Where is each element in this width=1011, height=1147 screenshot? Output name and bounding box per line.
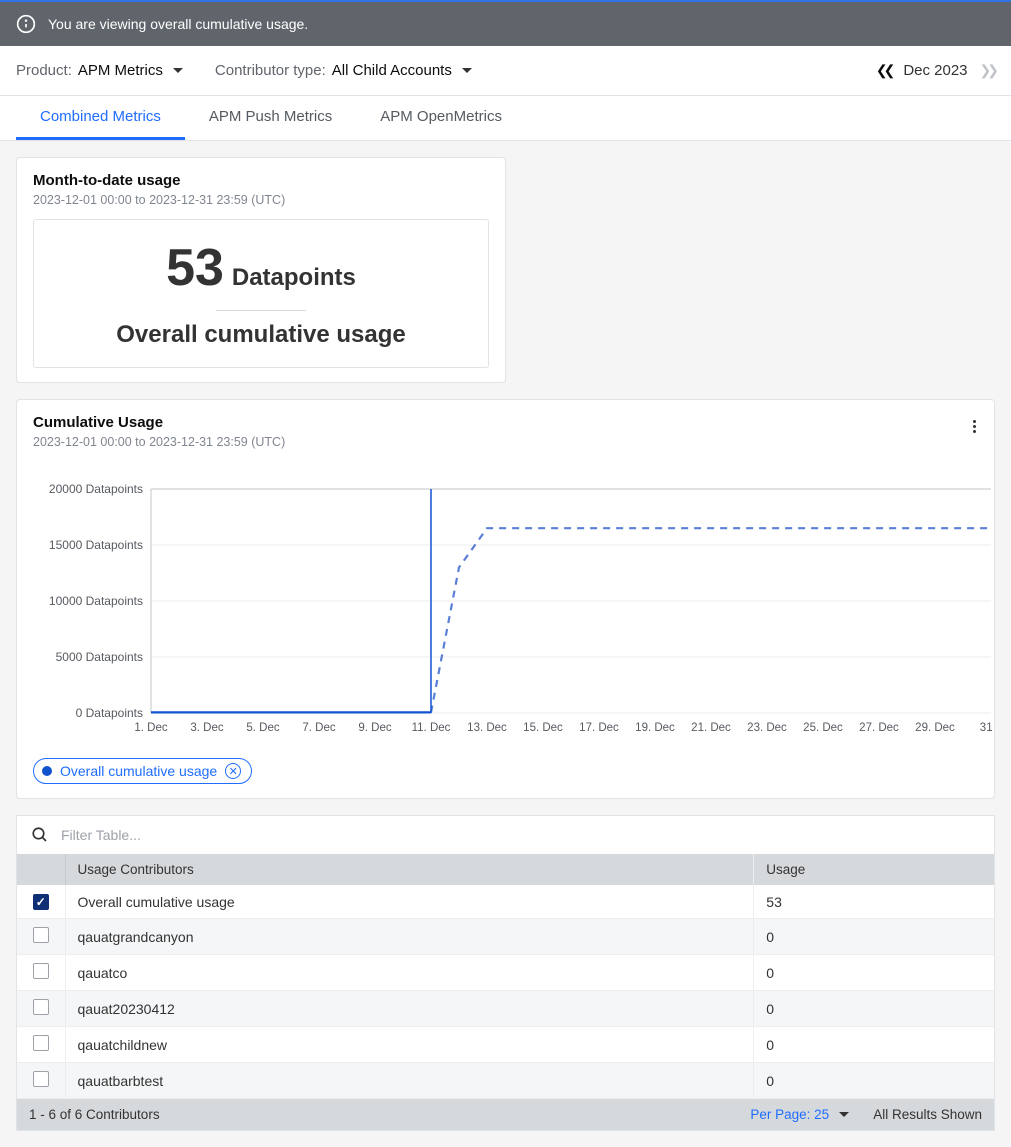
tab-apm-push-metrics[interactable]: APM Push Metrics (185, 96, 356, 140)
legend-label: Overall cumulative usage (60, 763, 217, 779)
svg-text:29. Dec: 29. Dec (915, 722, 955, 734)
search-input[interactable] (61, 827, 980, 843)
metric-box: 53 Datapoints Overall cumulative usage (33, 219, 489, 368)
caret-down-icon (839, 1112, 849, 1117)
row-checkbox[interactable] (33, 999, 49, 1015)
tab-combined-metrics[interactable]: Combined Metrics (16, 96, 185, 140)
content-area: Month-to-date usage 2023-12-01 00:00 to … (0, 141, 1011, 1147)
row-checkbox[interactable] (33, 1035, 49, 1051)
filter-bar: Product: APM Metrics Contributor type: A… (0, 46, 1011, 96)
svg-text:15. Dec: 15. Dec (523, 722, 563, 734)
row-usage: 0 (754, 1027, 994, 1063)
header-usage[interactable]: Usage (754, 854, 994, 885)
row-checkbox[interactable] (33, 963, 49, 979)
metric-unit: Datapoints (232, 264, 356, 291)
chart-range: 2023-12-01 00:00 to 2023-12-31 23:59 (UT… (33, 435, 978, 449)
chart-card: Cumulative Usage 2023-12-01 00:00 to 202… (16, 399, 995, 799)
table-row: qauatco 0 (17, 955, 994, 991)
tabs-bar: Combined Metrics APM Push Metrics APM Op… (0, 96, 1011, 141)
row-name: qauatco (65, 955, 754, 991)
svg-text:1. Dec: 1. Dec (134, 722, 167, 734)
row-usage: 0 (754, 991, 994, 1027)
summary-range: 2023-12-01 00:00 to 2023-12-31 23:59 (UT… (33, 193, 489, 207)
table-row: qauat20230412 0 (17, 991, 994, 1027)
svg-text:13. Dec: 13. Dec (467, 722, 507, 734)
svg-text:3. Dec: 3. Dec (190, 722, 223, 734)
chart-plot: 0 Datapoints 5000 Datapoints 10000 Datapoi… (33, 481, 978, 744)
row-usage: 0 (754, 919, 994, 955)
contributor-value[interactable]: All Child Accounts (332, 62, 472, 79)
svg-text:0 Datapoints: 0 Datapoints (76, 706, 143, 720)
row-usage: 0 (754, 1063, 994, 1099)
row-name: qauatchildnew (65, 1027, 754, 1063)
contributor-filter[interactable]: Contributor type: All Child Accounts (215, 62, 472, 79)
chart-title: Cumulative Usage (33, 414, 978, 431)
metric-divider (216, 310, 306, 311)
table-footer: 1 - 6 of 6 Contributors Per Page: 25 All… (17, 1099, 994, 1130)
table-row: qauatgrandcanyon 0 (17, 919, 994, 955)
product-label: Product: (16, 62, 72, 79)
header-checkbox-col (17, 854, 65, 885)
svg-text:15000 Datapoints: 15000 Datapoints (49, 538, 143, 552)
search-row (17, 816, 994, 854)
info-banner: You are viewing overall cumulative usage… (0, 2, 1011, 46)
table-header-row: Usage Contributors Usage (17, 854, 994, 885)
next-month-button[interactable]: ❯❯ (980, 62, 995, 79)
search-icon (31, 826, 49, 844)
summary-card: Month-to-date usage 2023-12-01 00:00 to … (16, 157, 506, 383)
kebab-menu-icon[interactable] (969, 414, 980, 439)
svg-text:19. Dec: 19. Dec (635, 722, 675, 734)
table-row: qauatbarbtest 0 (17, 1063, 994, 1099)
metric-number: 53 (166, 239, 224, 297)
svg-text:7. Dec: 7. Dec (302, 722, 335, 734)
svg-text:31...: 31... (980, 722, 993, 734)
line-chart: 0 Datapoints 5000 Datapoints 10000 Datapoi… (33, 481, 993, 741)
svg-text:11. Dec: 11. Dec (412, 722, 451, 734)
row-name: Overall cumulative usage (65, 885, 754, 919)
close-icon[interactable]: ✕ (225, 763, 241, 779)
table-section: Usage Contributors Usage Overall cumulat… (16, 815, 995, 1131)
table-row: qauatchildnew 0 (17, 1027, 994, 1063)
product-value[interactable]: APM Metrics (78, 62, 183, 79)
footer-range: 1 - 6 of 6 Contributors (29, 1107, 160, 1122)
svg-text:21. Dec: 21. Dec (691, 722, 731, 734)
date-nav: ❮❮ Dec 2023 ❯❯ (876, 62, 995, 79)
header-contributors[interactable]: Usage Contributors (65, 854, 754, 885)
row-checkbox[interactable] (33, 1071, 49, 1087)
row-name: qauatbarbtest (65, 1063, 754, 1099)
summary-title: Month-to-date usage (33, 172, 489, 189)
results-shown: All Results Shown (873, 1107, 982, 1122)
svg-text:20000 Datapoints: 20000 Datapoints (49, 482, 143, 496)
contributor-label: Contributor type: (215, 62, 326, 79)
info-banner-text: You are viewing overall cumulative usage… (48, 16, 308, 32)
prev-month-button[interactable]: ❮❮ (876, 62, 891, 79)
row-name: qauatgrandcanyon (65, 919, 754, 955)
product-filter[interactable]: Product: APM Metrics (16, 62, 183, 79)
row-checkbox[interactable] (33, 927, 49, 943)
row-usage: 53 (754, 885, 994, 919)
svg-text:5. Dec: 5. Dec (246, 722, 279, 734)
date-display: Dec 2023 (903, 62, 967, 79)
caret-down-icon (173, 68, 183, 73)
svg-text:23. Dec: 23. Dec (747, 722, 787, 734)
per-page-selector[interactable]: Per Page: 25 (750, 1107, 849, 1122)
metric-label: Overall cumulative usage (46, 321, 476, 349)
legend-dot-icon (42, 766, 52, 776)
row-usage: 0 (754, 955, 994, 991)
svg-text:17. Dec: 17. Dec (579, 722, 619, 734)
info-icon (16, 14, 36, 34)
svg-text:5000 Datapoints: 5000 Datapoints (56, 650, 143, 664)
svg-text:25. Dec: 25. Dec (803, 722, 843, 734)
tab-apm-openmetrics[interactable]: APM OpenMetrics (356, 96, 526, 140)
svg-text:9. Dec: 9. Dec (358, 722, 391, 734)
row-checkbox[interactable] (33, 894, 49, 910)
svg-text:27. Dec: 27. Dec (859, 722, 899, 734)
row-name: qauat20230412 (65, 991, 754, 1027)
contributors-table: Usage Contributors Usage Overall cumulat… (17, 854, 994, 1099)
legend-pill[interactable]: Overall cumulative usage ✕ (33, 758, 252, 784)
caret-down-icon (462, 68, 472, 73)
table-row: Overall cumulative usage 53 (17, 885, 994, 919)
svg-text:10000 Datapoints: 10000 Datapoints (49, 594, 143, 608)
